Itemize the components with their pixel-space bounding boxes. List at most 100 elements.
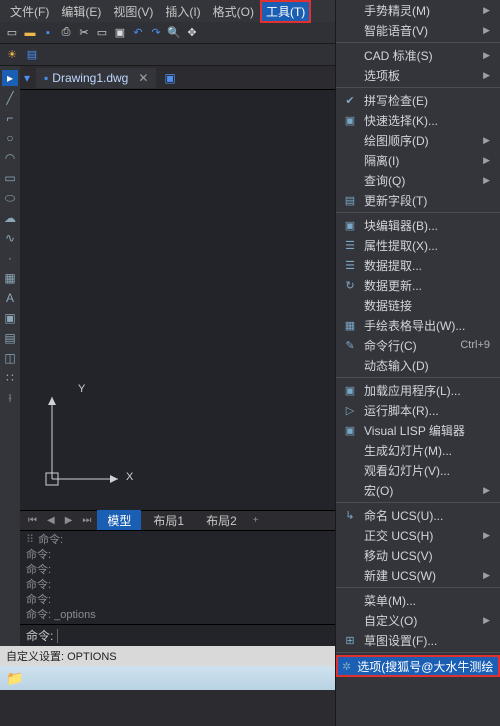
menu-item-label: 智能语音(V) (364, 22, 477, 39)
tab-model[interactable]: 模型 (97, 510, 141, 531)
menu-item[interactable]: 菜单(M)... (336, 590, 500, 610)
expand-icon[interactable]: ▾ (24, 71, 30, 85)
table-tool-icon[interactable]: ▤ (2, 330, 18, 346)
line-tool-icon[interactable]: ╱ (2, 90, 18, 106)
file-explorer-icon[interactable]: 📁 (6, 670, 23, 687)
spline-tool-icon[interactable]: ∿ (2, 230, 18, 246)
cloud-tool-icon[interactable]: ☁ (2, 210, 18, 226)
hatch-tool-icon[interactable]: ▦ (2, 270, 18, 286)
menu-separator (336, 87, 500, 88)
menu-item-label: 数据提取... (364, 257, 490, 274)
tab-add-icon[interactable]: + (249, 513, 263, 528)
tab-layout1[interactable]: 布局1 (143, 510, 194, 531)
menu-item[interactable]: 生成幻灯片(M)... (336, 440, 500, 460)
menu-item-icon: ✔ (342, 94, 358, 107)
tab-layout2[interactable]: 布局2 (196, 510, 247, 531)
properties-icon[interactable]: ▤ (24, 47, 40, 63)
menu-item[interactable]: 隔离(I)▶ (336, 150, 500, 170)
tab-first-icon[interactable]: ⏮ (24, 513, 41, 528)
menu-view[interactable]: 视图(V) (107, 0, 159, 23)
polyline-tool-icon[interactable]: ⌐ (2, 110, 18, 126)
save-icon[interactable]: ▪ (40, 25, 56, 41)
menu-item[interactable]: ✎命令行(C)Ctrl+9 (336, 335, 500, 355)
submenu-arrow-icon: ▶ (483, 485, 490, 496)
copy-icon[interactable]: ▭ (94, 25, 110, 41)
zoom-icon[interactable]: 🔍 (166, 25, 182, 41)
menu-item[interactable]: 选项板▶ (336, 65, 500, 85)
text-tool-icon[interactable]: A (2, 290, 18, 306)
menu-item[interactable]: ⊞草图设置(F)... (336, 630, 500, 650)
menu-item[interactable]: 查询(Q)▶ (336, 170, 500, 190)
menu-item[interactable]: ▣ 加载应用程序(L)... (336, 380, 500, 400)
block-tool-icon[interactable]: ▣ (2, 310, 18, 326)
menu-item[interactable]: 智能语音(V)▶ (336, 20, 500, 40)
pan-icon[interactable]: ✥ (184, 25, 200, 41)
menu-item[interactable]: 数据链接 (336, 295, 500, 315)
rect-tool-icon[interactable]: ▭ (2, 170, 18, 186)
menu-item[interactable]: ✲选项(搜狐号@大水牛测绘 (336, 655, 500, 677)
menu-item[interactable]: ☰数据提取... (336, 255, 500, 275)
menu-item[interactable]: 宏(O)▶ (336, 480, 500, 500)
file-tab[interactable]: ▪ Drawing1.dwg ✕ (36, 68, 156, 88)
menu-item-label: 手绘表格导出(W)... (364, 317, 490, 334)
menu-tools[interactable]: 工具(T) (260, 0, 311, 23)
menu-item[interactable]: CAD 标准(S)▶ (336, 45, 500, 65)
menu-item-label: 数据链接 (364, 297, 490, 314)
menu-format[interactable]: 格式(O) (207, 0, 260, 23)
menu-item-icon: ✎ (342, 339, 358, 352)
layer-icon[interactable]: ☀ (4, 47, 20, 63)
menu-item[interactable]: ▣Visual LISP 编辑器 (336, 420, 500, 440)
print-icon[interactable]: ⎙ (58, 25, 74, 41)
menu-file[interactable]: 文件(F) (4, 0, 55, 23)
arc-tool-icon[interactable]: ◠ (2, 150, 18, 166)
add-tab-icon[interactable]: ▣ (164, 71, 175, 85)
cut-icon[interactable]: ✂ (76, 25, 92, 41)
menu-edit[interactable]: 编辑(E) (55, 0, 107, 23)
submenu-arrow-icon: ▶ (483, 135, 490, 146)
cmd-grip-icon[interactable]: ⠿ (26, 533, 34, 548)
region-tool-icon[interactable]: ◫ (2, 350, 18, 366)
menu-item[interactable]: 绘图顺序(D)▶ (336, 130, 500, 150)
menu-item-icon: ▣ (342, 384, 358, 397)
menu-item[interactable]: ▦手绘表格导出(W)... (336, 315, 500, 335)
point-tool-icon[interactable]: · (2, 250, 18, 266)
menu-insert[interactable]: 插入(I) (159, 0, 206, 23)
redo-icon[interactable]: ↷ (148, 25, 164, 41)
menu-item[interactable]: ☰属性提取(X)... (336, 235, 500, 255)
menu-item[interactable]: 手势精灵(M)▶ (336, 0, 500, 20)
menu-item-label: 加载应用程序(L)... (364, 382, 490, 399)
menu-item[interactable]: 自定义(O)▶ (336, 610, 500, 630)
menu-item-icon: ↻ (342, 279, 358, 292)
paste-icon[interactable]: ▣ (112, 25, 128, 41)
tool-palette: ▸ ╱ ⌐ ○ ◠ ▭ ⬭ ☁ ∿ · ▦ A ▣ ▤ ◫ ∷ ⟊ (0, 66, 20, 646)
measure-tool-icon[interactable]: ⟊ (2, 390, 18, 406)
submenu-arrow-icon: ▶ (483, 175, 490, 186)
tab-last-icon[interactable]: ⏭ (78, 513, 95, 528)
circle-tool-icon[interactable]: ○ (2, 130, 18, 146)
close-tab-icon[interactable]: ✕ (138, 71, 148, 85)
menu-item-icon: ▣ (342, 219, 358, 232)
menu-item[interactable]: 移动 UCS(V) (336, 545, 500, 565)
menu-item[interactable]: ✔拼写检查(E) (336, 90, 500, 110)
menu-item[interactable]: 观看幻灯片(V)... (336, 460, 500, 480)
undo-icon[interactable]: ↶ (130, 25, 146, 41)
menu-item[interactable]: ▣快速选择(K)... (336, 110, 500, 130)
menu-separator (336, 212, 500, 213)
menu-item[interactable]: ▣块编辑器(B)... (336, 215, 500, 235)
new-file-icon[interactable]: ▭ (4, 25, 20, 41)
open-file-icon[interactable]: ▬ (22, 25, 38, 41)
menu-item[interactable]: ▤更新字段(T) (336, 190, 500, 210)
menu-item-label: 隔离(I) (364, 152, 477, 169)
tab-next-icon[interactable]: ▶ (61, 513, 77, 528)
ellipse-tool-icon[interactable]: ⬭ (2, 190, 18, 206)
menu-item[interactable]: ↳命名 UCS(U)... (336, 505, 500, 525)
cursor-tool-icon[interactable]: ▸ (2, 70, 18, 86)
file-tab-name: Drawing1.dwg (52, 71, 128, 85)
divide-tool-icon[interactable]: ∷ (2, 370, 18, 386)
menu-item[interactable]: ↻数据更新... (336, 275, 500, 295)
menu-item[interactable]: 正交 UCS(H)▶ (336, 525, 500, 545)
menu-item[interactable]: ▷运行脚本(R)... (336, 400, 500, 420)
menu-item[interactable]: 新建 UCS(W)▶ (336, 565, 500, 585)
menu-item[interactable]: 动态输入(D) (336, 355, 500, 375)
tab-prev-icon[interactable]: ◀ (43, 513, 59, 528)
